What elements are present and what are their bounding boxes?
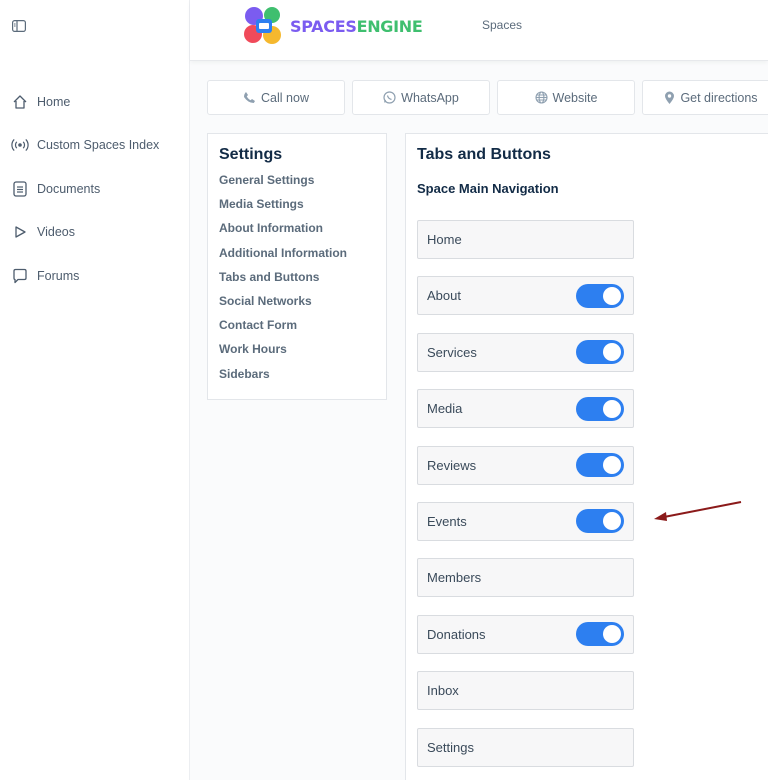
- reviews-toggle[interactable]: [576, 453, 624, 478]
- website-button[interactable]: Website: [497, 80, 635, 115]
- tab-row-members[interactable]: Members: [417, 558, 634, 598]
- home-icon: [10, 92, 30, 112]
- donations-toggle[interactable]: [576, 622, 624, 647]
- tab-row-label: Services: [427, 344, 477, 360]
- settings-link-media[interactable]: Media Settings: [219, 192, 375, 216]
- settings-link-contact-form[interactable]: Contact Form: [219, 313, 375, 337]
- tab-row-services[interactable]: Services: [417, 332, 634, 372]
- tab-row-label: Media: [427, 401, 463, 417]
- events-toggle[interactable]: [576, 509, 624, 534]
- broadcast-icon: [10, 135, 30, 155]
- tab-row-label: Reviews: [427, 457, 477, 473]
- settings-link-social[interactable]: Social Networks: [219, 289, 375, 313]
- settings-link-work-hours[interactable]: Work Hours: [219, 337, 375, 361]
- tab-row-reviews[interactable]: Reviews: [417, 445, 634, 485]
- sidebar: Home Custom Spaces Index Documents Video…: [0, 0, 190, 780]
- tab-row-label: Inbox: [427, 683, 459, 699]
- annotation-arrow-icon: [654, 501, 742, 521]
- settings-link-general[interactable]: General Settings: [219, 168, 375, 192]
- logo[interactable]: SPACESENGINE: [242, 5, 423, 47]
- map-pin-icon: [664, 91, 675, 105]
- tab-row-label: Settings: [427, 739, 474, 755]
- settings-title: Settings: [219, 146, 283, 163]
- logo-text-spaces: SPACES: [290, 16, 357, 36]
- sidebar-item-forums[interactable]: Forums: [0, 254, 190, 298]
- settings-link-about[interactable]: About Information: [219, 216, 375, 240]
- website-label: Website: [552, 90, 598, 105]
- tab-row-settings[interactable]: Settings: [417, 727, 634, 767]
- tab-row-label: About: [427, 288, 461, 304]
- logo-text-engine: ENGINE: [356, 16, 423, 36]
- tab-row-donations[interactable]: Donations: [417, 614, 634, 654]
- tab-row-inbox[interactable]: Inbox: [417, 671, 634, 711]
- whatsapp-button[interactable]: WhatsApp: [352, 80, 490, 115]
- get-directions-button[interactable]: Get directions: [642, 80, 768, 115]
- document-icon: [10, 179, 30, 199]
- settings-link-additional[interactable]: Additional Information: [219, 241, 375, 265]
- sidebar-item-label: Documents: [37, 181, 101, 196]
- sidebar-item-label: Videos: [37, 225, 75, 240]
- sidebar-toggle-icon[interactable]: [10, 18, 28, 34]
- action-bar: Call now WhatsApp Website Get directions: [207, 80, 768, 115]
- settings-panel: Settings General Settings Media Settings…: [207, 133, 387, 400]
- tabs-panel-title: Tabs and Buttons: [417, 146, 551, 163]
- sidebar-item-label: Forums: [37, 268, 80, 283]
- sidebar-item-label: Home: [37, 94, 71, 109]
- sidebar-item-custom-spaces-index[interactable]: Custom Spaces Index: [0, 124, 190, 168]
- sidebar-nav: Home Custom Spaces Index Documents Video…: [0, 80, 190, 298]
- globe-icon: [534, 91, 548, 104]
- call-now-button[interactable]: Call now: [207, 80, 345, 115]
- tab-row-about[interactable]: About: [417, 276, 634, 316]
- settings-link-tabs-buttons[interactable]: Tabs and Buttons: [219, 265, 375, 289]
- sidebar-item-home[interactable]: Home: [0, 80, 190, 124]
- whatsapp-label: WhatsApp: [401, 90, 459, 105]
- logo-mark: [244, 7, 281, 44]
- tabs-panel-subtitle: Space Main Navigation: [417, 181, 559, 196]
- tab-row-home[interactable]: Home: [417, 220, 634, 259]
- header-link-spaces[interactable]: Spaces: [482, 18, 522, 32]
- call-now-label: Call now: [261, 90, 309, 105]
- services-toggle[interactable]: [576, 340, 624, 365]
- tab-row-label: Donations: [427, 626, 486, 642]
- tab-row-events[interactable]: Events: [417, 501, 634, 541]
- sidebar-item-label: Custom Spaces Index: [37, 138, 160, 153]
- media-toggle[interactable]: [576, 396, 624, 421]
- sidebar-item-documents[interactable]: Documents: [0, 167, 190, 211]
- tab-row-label: Members: [427, 570, 482, 586]
- phone-icon: [243, 91, 256, 104]
- tab-list: Home About Services Media Reviews Events…: [417, 220, 634, 780]
- whatsapp-icon: [383, 91, 396, 104]
- tabs-buttons-panel: Tabs and Buttons Space Main Navigation H…: [405, 133, 768, 780]
- tab-row-label: Home: [427, 232, 462, 247]
- about-toggle[interactable]: [576, 283, 624, 308]
- logo-text: SPACESENGINE: [290, 17, 423, 36]
- chat-icon: [10, 266, 30, 286]
- tab-row-label: Events: [427, 513, 467, 529]
- header: SPACESENGINE Spaces: [190, 0, 768, 61]
- get-directions-label: Get directions: [680, 90, 758, 105]
- tab-row-media[interactable]: Media: [417, 389, 634, 429]
- sidebar-item-videos[interactable]: Videos: [0, 211, 190, 255]
- settings-link-sidebars[interactable]: Sidebars: [219, 362, 375, 386]
- play-icon: [10, 222, 30, 242]
